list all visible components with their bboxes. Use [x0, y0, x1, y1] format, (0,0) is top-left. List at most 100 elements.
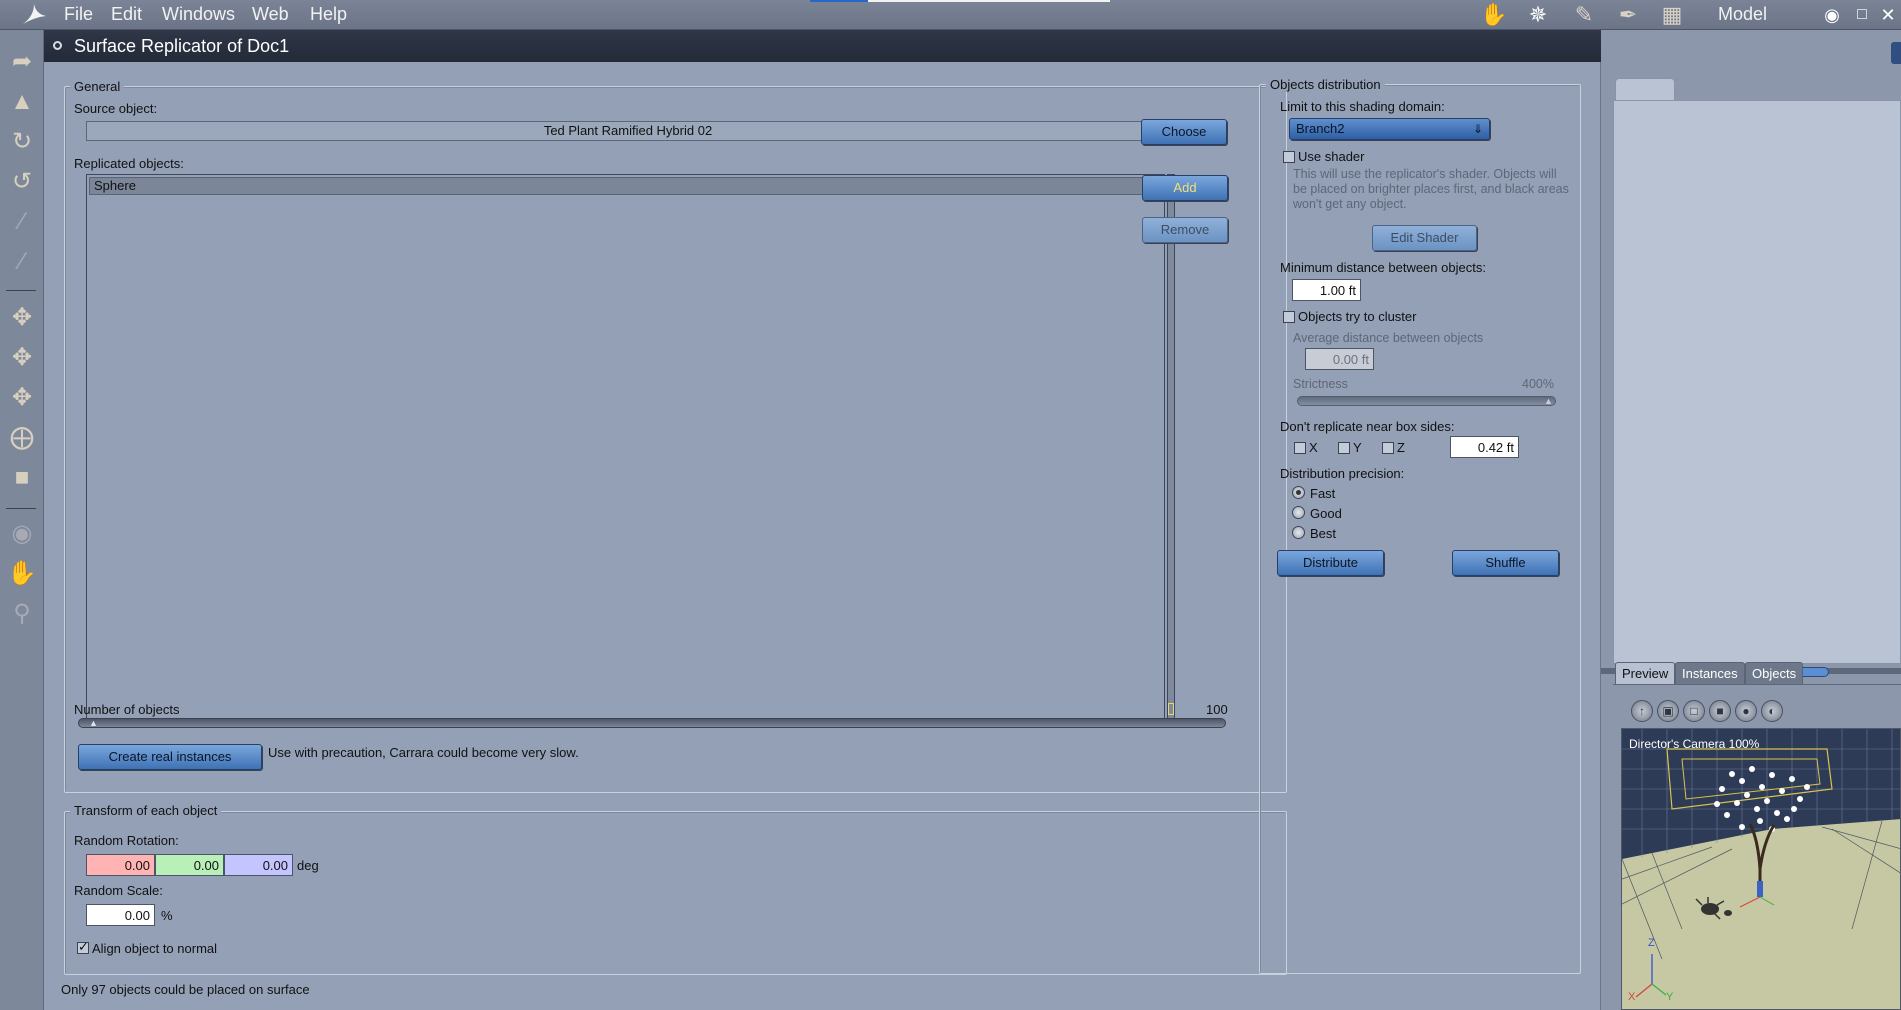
- choose-button[interactable]: Choose: [1141, 119, 1227, 145]
- align-to-normal-checkbox[interactable]: [77, 939, 89, 955]
- list-scrollbar[interactable]: [1167, 174, 1175, 720]
- use-shader-checkbox[interactable]: [1283, 151, 1295, 163]
- model-room-icon[interactable]: ✵: [1524, 2, 1552, 28]
- menu-file[interactable]: File: [64, 4, 93, 25]
- tab-objects[interactable]: Objects: [1745, 662, 1804, 684]
- replicated-objects-list[interactable]: Sphere: [86, 174, 1165, 720]
- camera-icon[interactable]: ◉: [6, 518, 38, 550]
- min-distance-field[interactable]: 1.00 ft: [1292, 279, 1361, 301]
- box-distance-field[interactable]: 0.42 ft: [1450, 436, 1519, 458]
- move-xy-icon[interactable]: ✥: [6, 302, 38, 334]
- toolbar-divider: [6, 290, 36, 291]
- box-side-x-checkbox[interactable]: [1294, 442, 1306, 454]
- bounding-box-icon[interactable]: ▣: [1657, 700, 1679, 722]
- axis-y-label: Y: [1666, 991, 1674, 1003]
- strictness-label: Strictness: [1293, 377, 1348, 391]
- hand-pan-icon[interactable]: ✋: [6, 558, 38, 590]
- box-sides-label: Don't replicate near box sides:: [1280, 419, 1455, 434]
- preview-viewport[interactable]: Director's Camera 100% Z X Y: [1621, 728, 1901, 1010]
- storyboard-room-pencil-icon[interactable]: ✎: [1570, 2, 1598, 28]
- menu-help[interactable]: Help: [310, 4, 347, 25]
- flat-shaded-cube-icon[interactable]: ■: [1709, 700, 1731, 722]
- close-icon[interactable]: ✕: [1874, 2, 1901, 28]
- twist-tool-icon[interactable]: ↺: [6, 166, 38, 198]
- number-of-objects-label: Number of objects: [74, 702, 180, 717]
- shading-domain-value: Branch2: [1296, 121, 1345, 136]
- precision-best-radio[interactable]: [1292, 526, 1305, 539]
- add-button[interactable]: Add: [1142, 175, 1228, 201]
- menu-bar: File Edit Windows Web Help ✋ ✵ ✎ ✒ ▦ Mod…: [0, 0, 1901, 30]
- transform-group: [64, 811, 1287, 975]
- scale-box-icon[interactable]: ■: [6, 462, 38, 494]
- precision-fast-radio[interactable]: [1292, 486, 1305, 499]
- cluster-label: Objects try to cluster: [1298, 309, 1417, 324]
- create-real-instances-button[interactable]: Create real instances: [78, 744, 262, 770]
- shading-domain-select[interactable]: Branch2 ⇓: [1289, 118, 1490, 140]
- dialog-title-bar: Surface Replicator of Doc1: [44, 30, 1601, 62]
- navigate-up-icon[interactable]: ↑: [1631, 700, 1653, 722]
- cluster-checkbox[interactable]: [1283, 311, 1295, 323]
- average-distance-field[interactable]: 0.00 ft: [1305, 348, 1374, 370]
- precision-label: Distribution precision:: [1280, 466, 1405, 481]
- move-yz-icon[interactable]: ✥: [6, 382, 38, 414]
- scrollbar-bottom-handle[interactable]: [1168, 703, 1174, 715]
- precaution-text: Use with precaution, Carrara could becom…: [268, 745, 579, 760]
- texture-room-brush-icon[interactable]: ✒: [1614, 2, 1642, 28]
- chevron-down-icon: ⇓: [1472, 122, 1483, 136]
- distribute-button[interactable]: Distribute: [1277, 550, 1384, 576]
- box-side-y-label: Y: [1353, 440, 1362, 455]
- tab-empty[interactable]: [1615, 78, 1675, 100]
- wireframe-cube-icon[interactable]: □: [1683, 700, 1705, 722]
- menu-edit[interactable]: Edit: [111, 4, 142, 25]
- strictness-slider[interactable]: ▲: [1297, 396, 1556, 406]
- link-tool-icon[interactable]: ∕: [6, 206, 38, 238]
- random-rotation-label: Random Rotation:: [74, 833, 179, 848]
- average-distance-label: Average distance between objects: [1293, 331, 1484, 345]
- edit-shader-button[interactable]: Edit Shader: [1372, 225, 1477, 251]
- list-item-sphere[interactable]: Sphere: [89, 177, 1162, 195]
- box-side-x-label: X: [1309, 440, 1318, 455]
- bind-tool-icon[interactable]: ∕: [6, 246, 38, 278]
- collapse-bullet-icon[interactable]: [53, 41, 62, 50]
- progress-indicator-blue: [810, 0, 868, 2]
- number-of-objects-slider[interactable]: ▲: [78, 718, 1226, 728]
- tab-preview[interactable]: Preview: [1615, 662, 1676, 684]
- random-scale-field[interactable]: 0.00: [86, 904, 155, 926]
- rotation-y-field[interactable]: 0.00: [155, 854, 224, 876]
- move-tool-icon[interactable]: ▲: [6, 86, 38, 118]
- menu-windows[interactable]: Windows: [162, 4, 235, 25]
- zoom-magnifier-icon[interactable]: ⚲: [6, 598, 38, 630]
- eye-icon[interactable]: ◉: [1818, 2, 1846, 28]
- panel-collapse-icon[interactable]: [1891, 42, 1901, 64]
- trackball-icon[interactable]: ⨁: [6, 422, 38, 454]
- precision-good-radio[interactable]: [1292, 506, 1305, 519]
- box-side-z-checkbox[interactable]: [1382, 442, 1394, 454]
- selection-arrow-icon[interactable]: ➦: [6, 46, 38, 78]
- status-message: Only 97 objects could be placed on surfa…: [61, 982, 310, 997]
- box-side-y-checkbox[interactable]: [1338, 442, 1350, 454]
- tab-instances[interactable]: Instances: [1675, 662, 1745, 684]
- strictness-thumb-icon[interactable]: ▲: [1544, 396, 1554, 406]
- maximize-icon[interactable]: □: [1848, 2, 1876, 28]
- move-xz-icon[interactable]: ✥: [6, 342, 38, 374]
- textured-sphere-icon[interactable]: ◐: [1761, 700, 1783, 722]
- transform-legend: Transform of each object: [70, 803, 222, 818]
- shuffle-button[interactable]: Shuffle: [1452, 550, 1559, 576]
- menu-web[interactable]: Web: [252, 4, 289, 25]
- strictness-value: 400%: [1522, 377, 1554, 391]
- smooth-shaded-sphere-icon[interactable]: ●: [1735, 700, 1757, 722]
- assemble-room-hand-icon[interactable]: ✋: [1480, 2, 1508, 28]
- slider-thumb-icon[interactable]: ▲: [89, 718, 99, 728]
- scale-unit: %: [161, 908, 173, 923]
- render-room-icon[interactable]: ▦: [1658, 2, 1686, 28]
- rotation-x-field[interactable]: 0.00: [86, 854, 155, 876]
- rotate-tool-icon[interactable]: ↻: [6, 126, 38, 158]
- source-object-field: Ted Plant Ramified Hybrid 02: [86, 121, 1170, 141]
- remove-button[interactable]: Remove: [1142, 217, 1228, 243]
- rotation-z-field[interactable]: 0.00: [224, 854, 293, 876]
- number-of-objects-max: 100: [1206, 702, 1228, 717]
- box-side-z-label: Z: [1397, 440, 1405, 455]
- random-scale-label: Random Scale:: [74, 883, 163, 898]
- carrara-logo-icon[interactable]: [20, 2, 48, 28]
- viewport-camera-label: Director's Camera 100%: [1629, 737, 1760, 751]
